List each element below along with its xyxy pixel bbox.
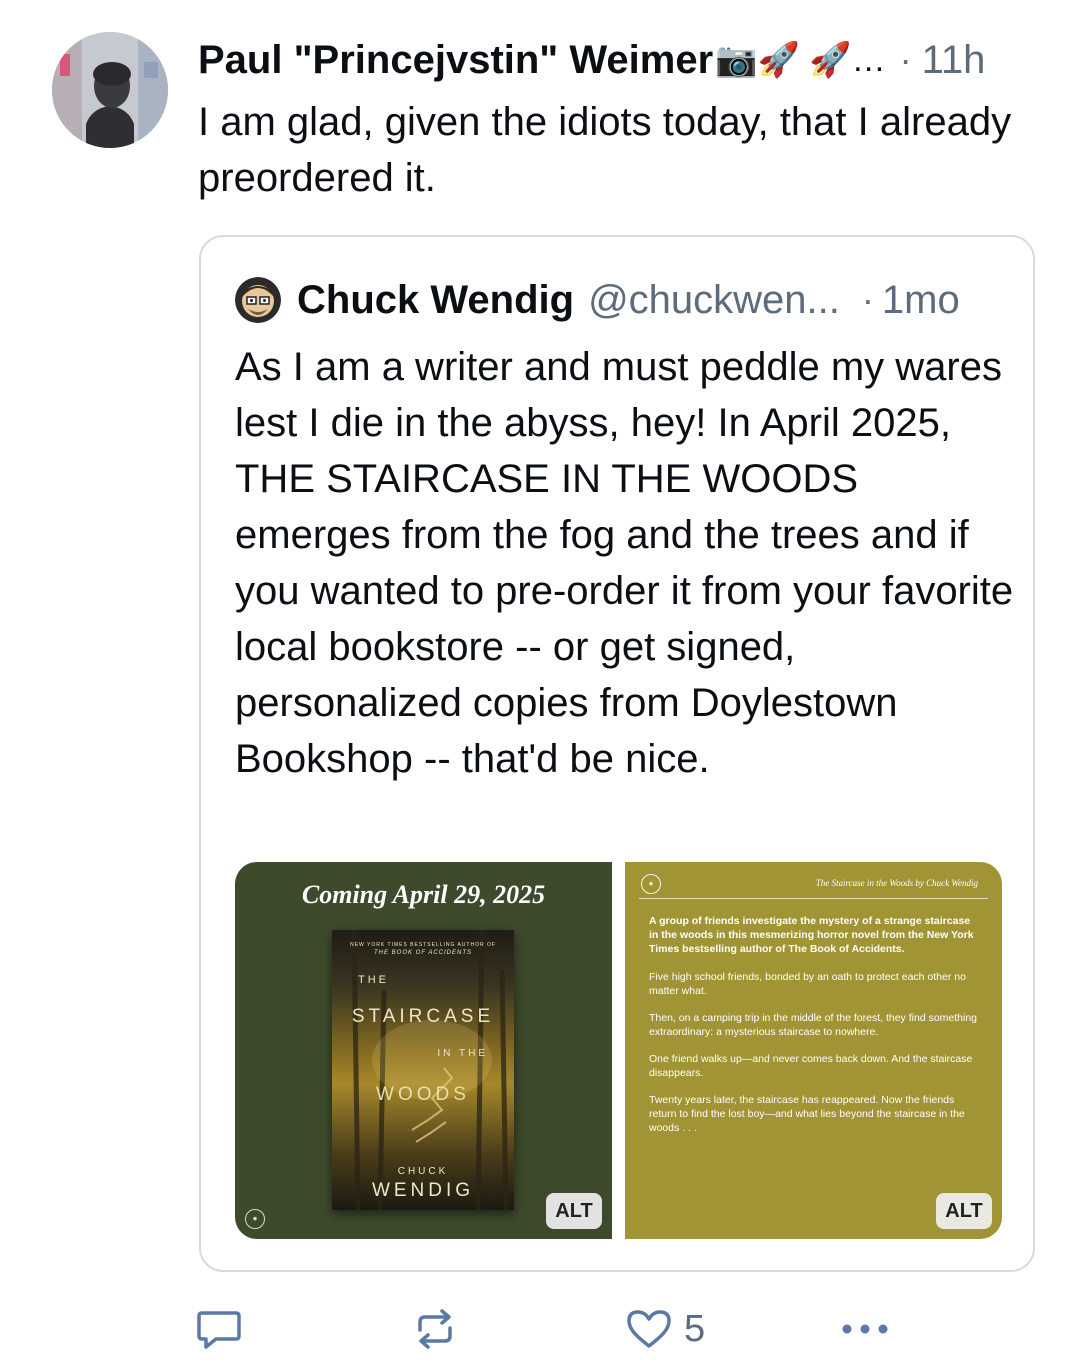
more-icon bbox=[842, 1324, 888, 1334]
book-title-in-the: IN THE bbox=[437, 1048, 488, 1059]
book-cover: NEW YORK TIMES BESTSELLING AUTHOR OF THE… bbox=[332, 930, 514, 1210]
book-author-last: WENDIG bbox=[371, 1180, 475, 1201]
author-emoji: 📷🚀 🚀… bbox=[715, 41, 886, 79]
author-name[interactable]: Paul "Princejvstin" Weimer bbox=[198, 38, 713, 83]
quoted-post-text: As I am a writer and must peddle my ware… bbox=[235, 345, 1014, 781]
post-action-bar: 5 bbox=[196, 1306, 916, 1352]
post-header: Paul "Princejvstin" Weimer 📷🚀 🚀… · 11h bbox=[198, 36, 1048, 84]
quoted-author-avatar[interactable] bbox=[235, 277, 281, 323]
book-cover-image[interactable]: Coming April 29, 2025 NEW YORK TIMES BES… bbox=[235, 862, 612, 1239]
repost-icon bbox=[418, 1309, 452, 1349]
post-time[interactable]: 11h bbox=[922, 38, 986, 83]
book-title-staircase: STAIRCASE bbox=[351, 1006, 495, 1027]
like-count: 5 bbox=[684, 1307, 706, 1350]
synopsis-paragraph: Twenty years later, the staircase has re… bbox=[649, 1094, 965, 1134]
publisher-logo-icon: ◉ bbox=[641, 874, 661, 894]
quoted-post-header: Chuck Wendig @chuckwen... · 1mo bbox=[235, 275, 1025, 325]
alt-text-button[interactable]: ALT bbox=[936, 1193, 992, 1229]
synopsis-paragraph: Then, on a camping trip in the middle of… bbox=[649, 1012, 978, 1038]
release-date-headline: Coming April 29, 2025 bbox=[301, 880, 546, 909]
book-title-woods: WOODS bbox=[376, 1084, 470, 1105]
post-text: I am glad, given the idiots today, that … bbox=[198, 100, 1012, 200]
book-title-the: THE bbox=[358, 974, 389, 986]
synopsis-header: The Staircase in the Woods by Chuck Wend… bbox=[815, 878, 978, 888]
synopsis-lead: A group of friends investigate the myste… bbox=[649, 915, 974, 955]
more-options-button[interactable] bbox=[840, 1306, 890, 1352]
reply-button[interactable] bbox=[196, 1306, 242, 1352]
quoted-post-time[interactable]: 1mo bbox=[882, 278, 960, 323]
like-button[interactable]: 5 bbox=[626, 1306, 705, 1352]
synopsis-body: A group of friends investigate the myste… bbox=[649, 914, 979, 1148]
synopsis-paragraph: Five high school friends, bonded by an o… bbox=[649, 971, 966, 997]
repost-button[interactable] bbox=[412, 1306, 458, 1352]
book-author-first: CHUCK bbox=[397, 1166, 449, 1177]
book-tagline: NEW YORK TIMES BESTSELLING AUTHOR OF bbox=[350, 942, 496, 948]
synopsis-paragraph: One friend walks up—and never comes back… bbox=[649, 1053, 973, 1079]
book-previous-title: THE BOOK OF ACCIDENTS bbox=[373, 950, 472, 956]
divider bbox=[639, 898, 988, 899]
author-avatar[interactable] bbox=[52, 32, 168, 148]
separator-dot: · bbox=[899, 39, 912, 80]
quoted-author-handle[interactable]: @chuckwen... bbox=[588, 278, 840, 323]
publisher-logo-icon: ◉ bbox=[245, 1209, 265, 1229]
quoted-post-card[interactable]: Chuck Wendig @chuckwen... · 1mo As I am … bbox=[199, 235, 1035, 1272]
separator-dot: · bbox=[861, 279, 874, 320]
alt-text-button[interactable]: ALT bbox=[546, 1193, 602, 1229]
book-synopsis-image[interactable]: ◉ The Staircase in the Woods by Chuck We… bbox=[625, 862, 1002, 1239]
quoted-author-name[interactable]: Chuck Wendig bbox=[297, 278, 574, 323]
heart-icon bbox=[627, 1310, 671, 1348]
reply-icon bbox=[197, 1311, 241, 1349]
